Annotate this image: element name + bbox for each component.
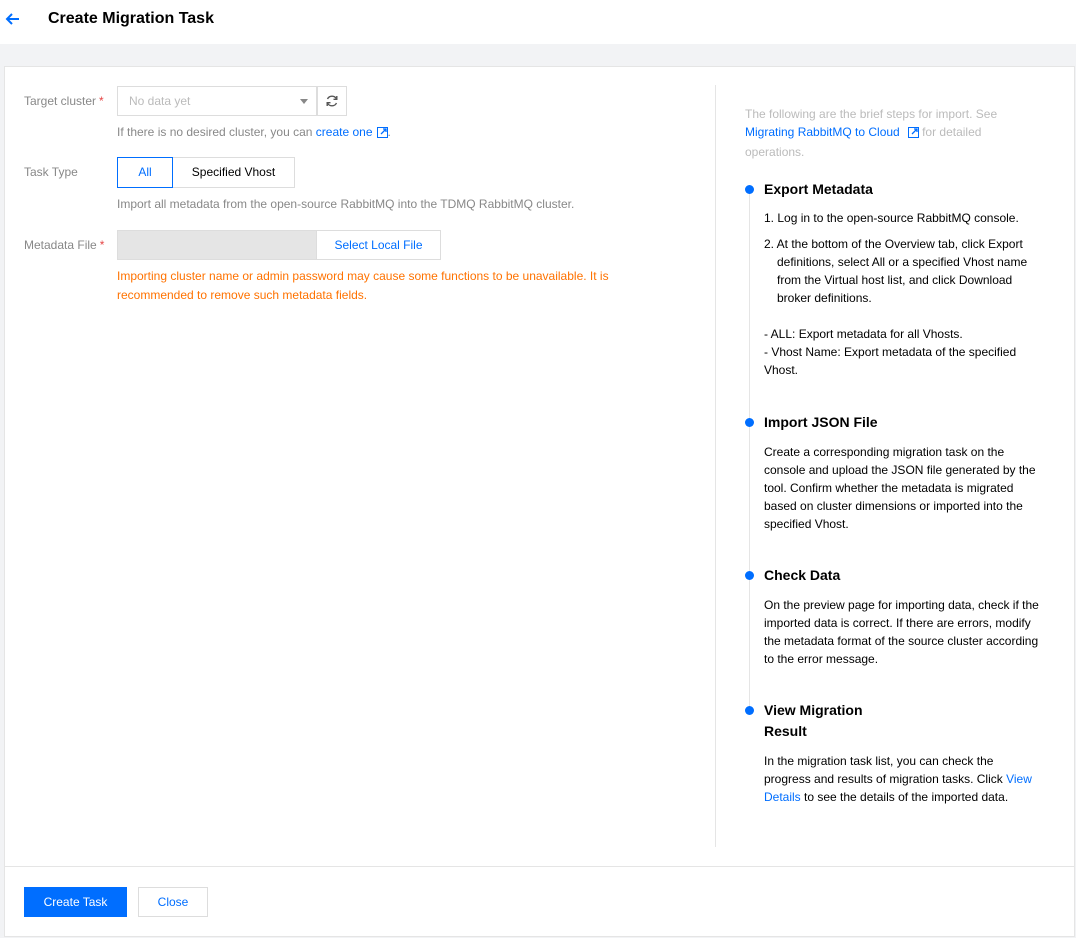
external-link-icon[interactable] [376, 126, 388, 142]
target-cluster-select[interactable]: No data yet [117, 86, 317, 116]
task-type-label: Task Type [24, 165, 78, 179]
required-mark: * [99, 94, 104, 108]
create-cluster-hint-suffix: . [387, 125, 391, 139]
steps-intro-prefix: The following are the brief steps for im… [745, 107, 998, 121]
step-dot [745, 185, 754, 194]
step-item: 1. Log in to the open-source RabbitMQ co… [764, 211, 1019, 225]
create-one-link[interactable]: create one [316, 125, 373, 139]
timeline-line [749, 189, 750, 711]
target-cluster-label: Target cluster * [24, 93, 104, 109]
form-card: Target cluster * No data yet If there is … [4, 66, 1075, 937]
steps-intro: The following are the brief steps for im… [745, 105, 1005, 161]
step-dot [745, 706, 754, 715]
step-dot [745, 418, 754, 427]
metadata-file-label: Metadata File * [24, 237, 104, 253]
refresh-button[interactable] [317, 86, 347, 116]
step-body-export-metadata: 1. Log in to the open-source RabbitMQ co… [764, 209, 1039, 379]
create-cluster-hint-prefix: If there is no desired cluster, you can [117, 125, 316, 139]
step-title-import-json: Import JSON File [764, 414, 878, 430]
task-type-option-all[interactable]: All [117, 157, 173, 188]
top-bar: Create Migration Task [0, 0, 1076, 44]
step-item: 2. At the bottom of the Overview tab, cl… [764, 237, 1028, 305]
metadata-file-field [117, 230, 317, 260]
step-title-check-data: Check Data [764, 567, 841, 583]
step-title-export-metadata: Export Metadata [764, 181, 873, 197]
step-body-import-json: Create a corresponding migration task on… [764, 445, 1036, 531]
caret-down-icon [300, 99, 308, 104]
step-title-line: Result [764, 723, 807, 739]
step-note: - ALL: Export metadata for all Vhosts. [764, 327, 963, 341]
close-button[interactable]: Close [138, 887, 208, 917]
target-cluster-label-text: Target cluster [24, 94, 97, 108]
create-cluster-hint: If there is no desired cluster, you can … [117, 124, 391, 142]
page-title: Create Migration Task [48, 10, 214, 27]
target-cluster-placeholder: No data yet [129, 94, 191, 108]
step-title-view-result: View Migration Result [764, 700, 863, 742]
migration-doc-link[interactable]: Migrating RabbitMQ to Cloud [745, 125, 900, 139]
create-task-button[interactable]: Create Task [24, 887, 127, 917]
task-type-hint: Import all metadata from the open-source… [117, 197, 575, 211]
step-title-line: View Migration [764, 702, 863, 718]
step-note: - Vhost Name: Export metadata of the spe… [764, 345, 1017, 377]
footer-divider [5, 866, 1074, 867]
refresh-icon [326, 95, 338, 107]
select-local-file-button[interactable]: Select Local File [316, 230, 441, 260]
step-body-prefix: In the migration task list, you can chec… [764, 754, 1007, 786]
arrow-left-icon[interactable] [4, 10, 22, 28]
required-mark: * [99, 238, 105, 252]
external-link-icon[interactable] [907, 125, 919, 143]
step-body-suffix: to see the details of the imported data. [800, 790, 1009, 804]
panel-divider [715, 85, 716, 847]
step-body-check-data: On the preview page for importing data, … [764, 598, 1039, 666]
step-dot [745, 571, 754, 580]
step-body-view-result: In the migration task list, you can chec… [764, 752, 1039, 806]
metadata-warning: Importing cluster name or admin password… [117, 269, 609, 302]
metadata-file-label-text: Metadata File [24, 238, 97, 252]
task-type-option-specified-vhost[interactable]: Specified Vhost [172, 157, 295, 188]
